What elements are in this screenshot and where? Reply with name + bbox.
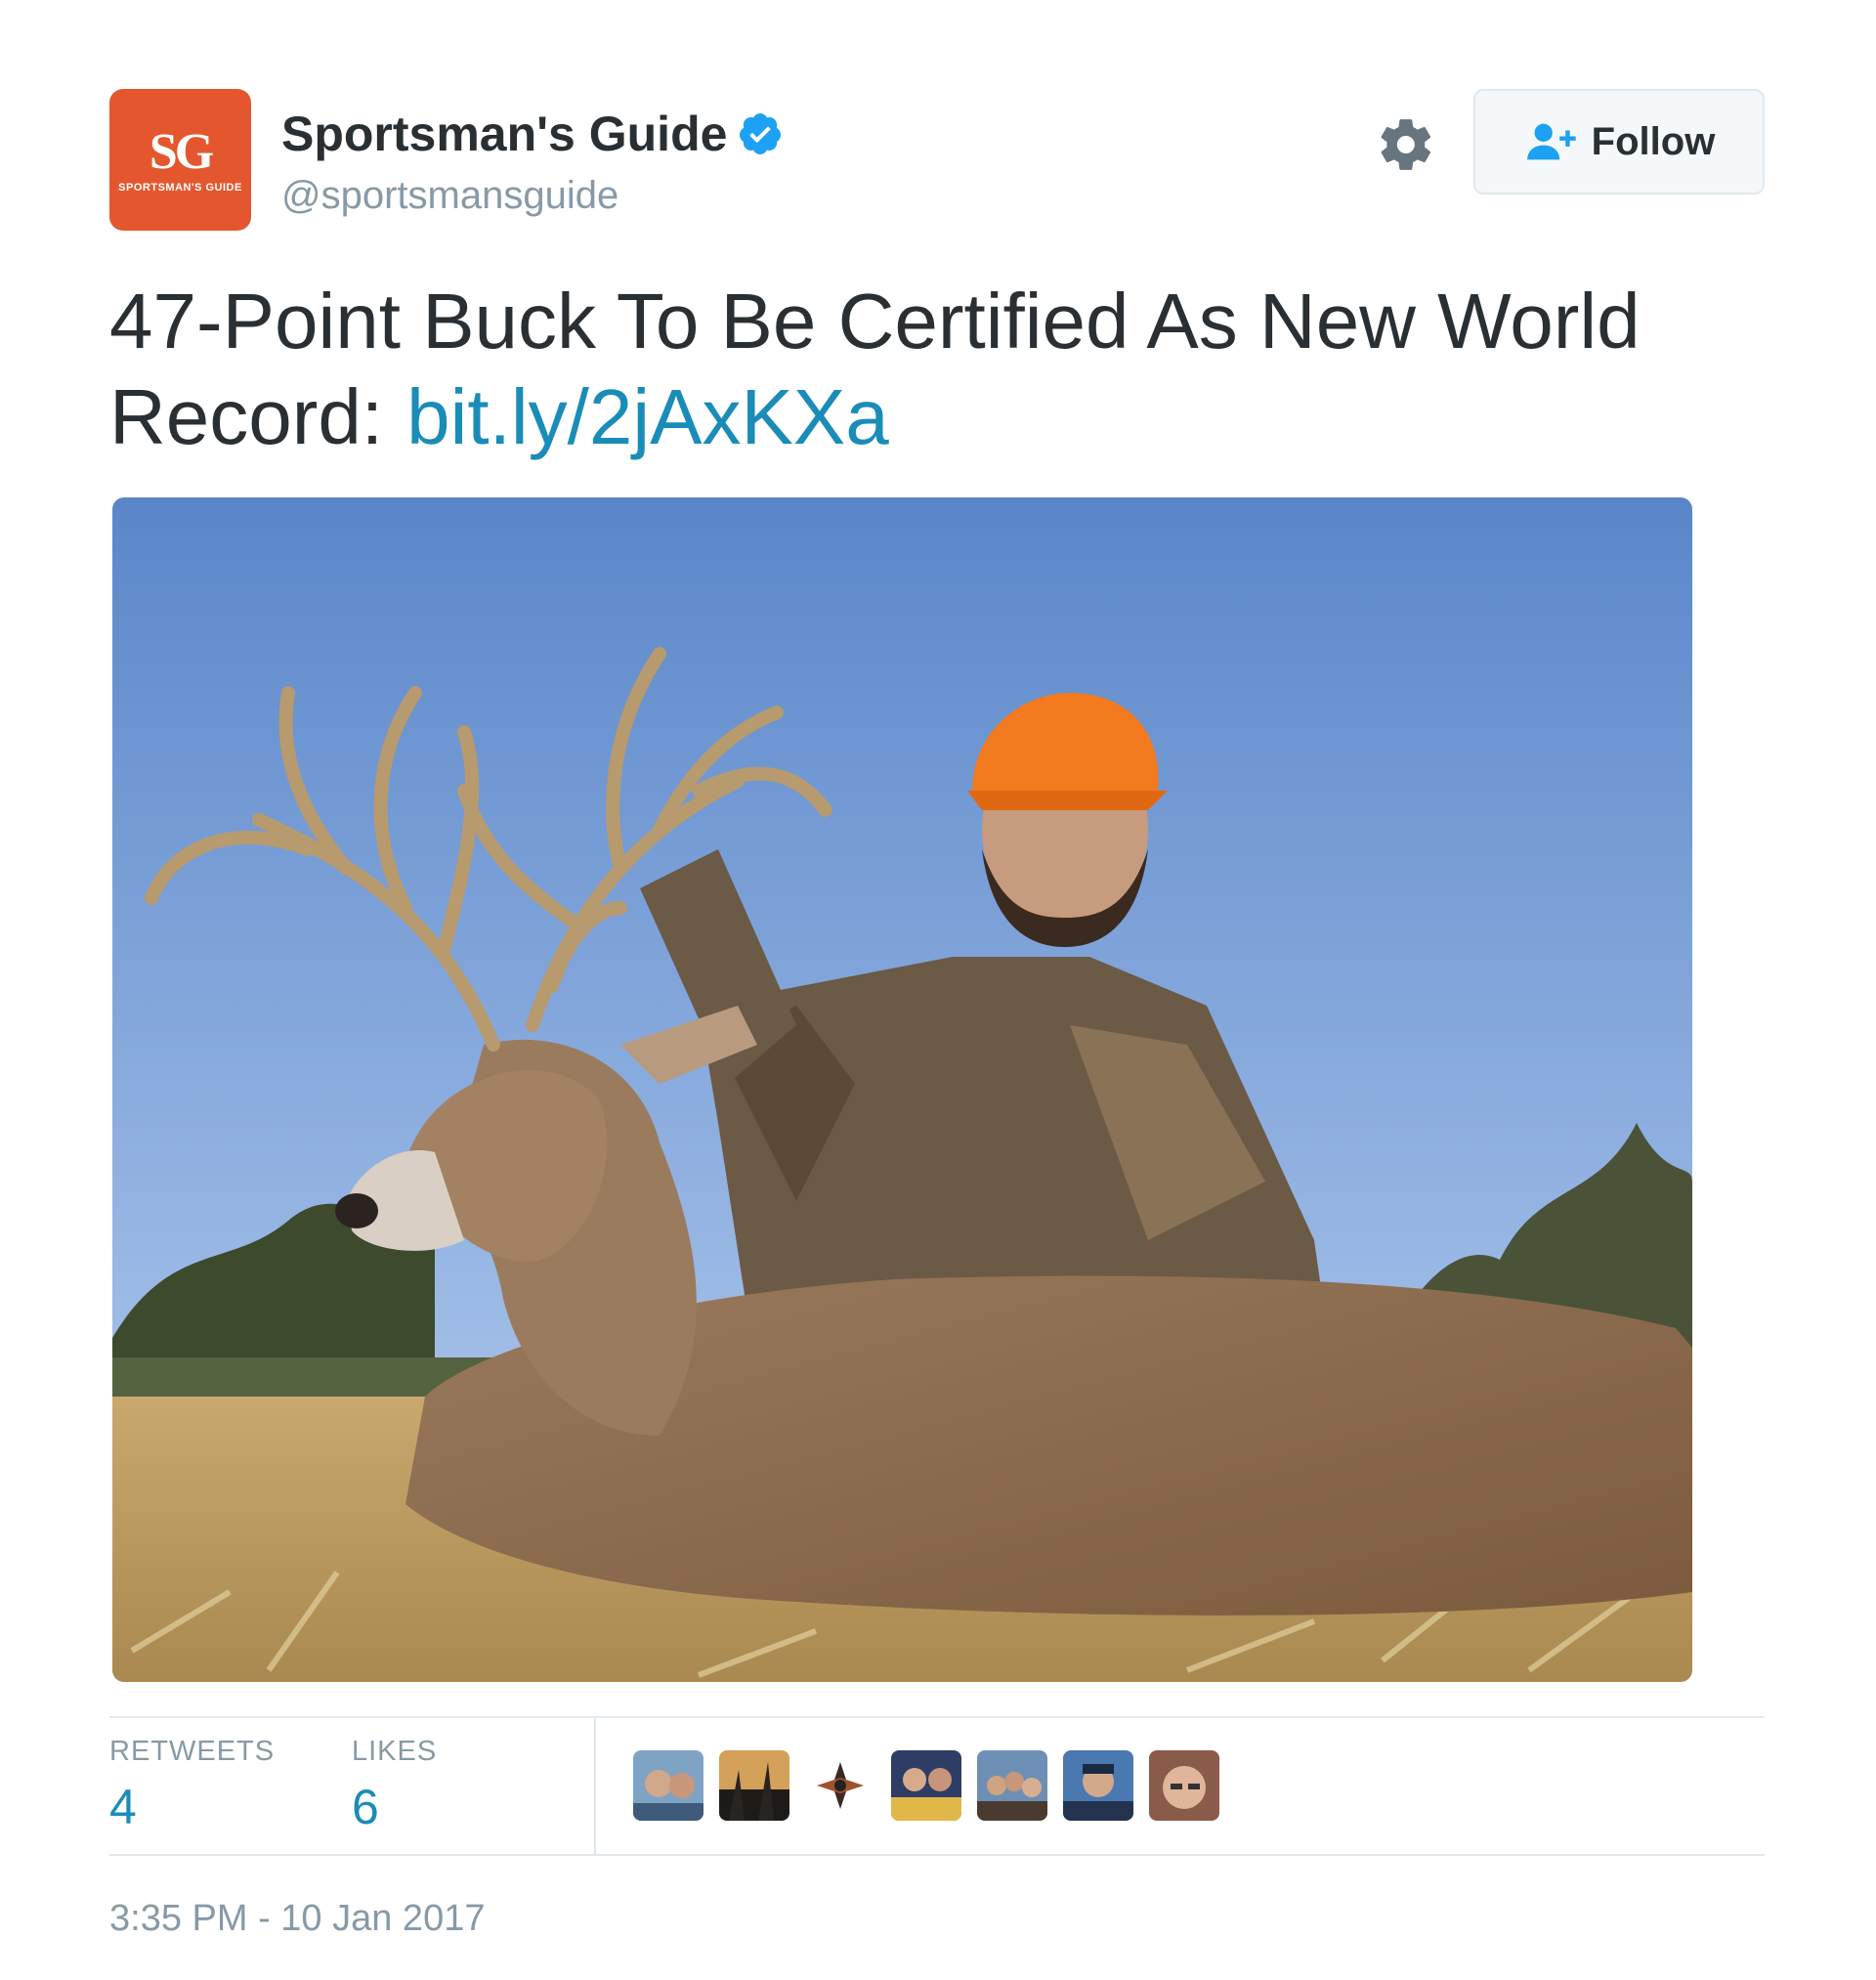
liker-avatar[interactable] (633, 1750, 704, 1821)
liker-avatar[interactable] (1063, 1750, 1133, 1821)
account-name-row[interactable]: Sportsman's Guide (281, 106, 784, 162)
liker-avatars (633, 1750, 1219, 1821)
tweet-timestamp[interactable]: 3:35 PM - 10 Jan 2017 (109, 1898, 485, 1940)
tweet-text: 47-Point Buck To Be Certified As New Wor… (109, 274, 1790, 465)
liker-avatar[interactable] (1149, 1750, 1219, 1821)
stats-vertical-divider (594, 1717, 596, 1854)
follow-user-icon (1526, 123, 1576, 160)
tweet-card: SG SPORTSMAN'S GUIDE Sportsman's Guide @… (0, 0, 1876, 1980)
gear-icon[interactable] (1376, 114, 1436, 175)
stats-bottom-divider (109, 1854, 1765, 1856)
follow-label: Follow (1591, 119, 1716, 163)
avatar-monogram: SG (149, 123, 214, 180)
account-handle[interactable]: @sportsmansguide (281, 172, 618, 219)
display-name[interactable]: Sportsman's Guide (281, 106, 727, 162)
avatar-caption: SPORTSMAN'S GUIDE (118, 181, 242, 194)
account-avatar[interactable]: SG SPORTSMAN'S GUIDE (109, 89, 251, 231)
liker-avatar[interactable] (891, 1750, 961, 1821)
retweets-label: RETWEETS (109, 1736, 276, 1767)
photo-illustration (112, 497, 1692, 1682)
liker-avatar[interactable] (977, 1750, 1047, 1821)
tweet-photo[interactable] (112, 497, 1692, 1682)
liker-avatar[interactable] (719, 1750, 789, 1821)
likes-label: LIKES (352, 1736, 438, 1767)
liker-avatar[interactable] (805, 1750, 875, 1821)
follow-button[interactable]: Follow (1473, 89, 1765, 194)
likes-count[interactable]: 6 (352, 1779, 379, 1835)
tweet-link[interactable]: bit.ly/2jAxKXa (406, 373, 889, 460)
retweets-count[interactable]: 4 (109, 1779, 137, 1835)
verified-badge-icon (740, 113, 782, 154)
stats-top-divider (109, 1716, 1765, 1718)
